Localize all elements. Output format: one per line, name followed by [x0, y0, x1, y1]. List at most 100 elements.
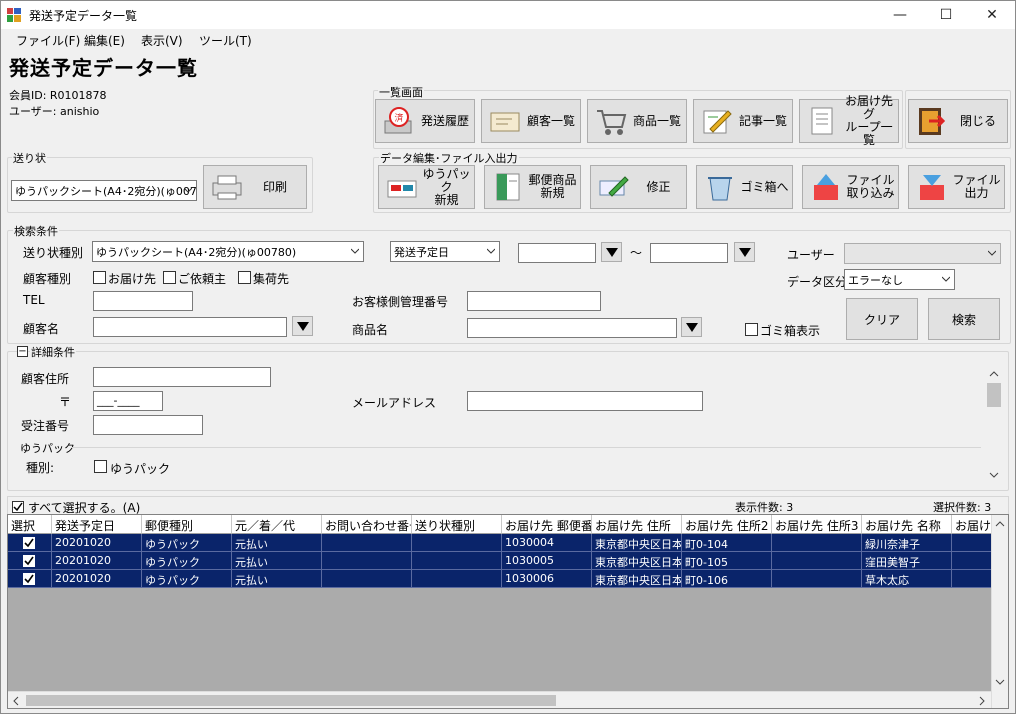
postal-input[interactable]: ___-____: [93, 391, 163, 411]
table-cell[interactable]: 東京都中央区日本橋: [592, 552, 682, 570]
date-type-select[interactable]: 発送予定日: [390, 241, 500, 262]
table-cell[interactable]: [772, 552, 862, 570]
print-button[interactable]: 印刷: [203, 165, 307, 209]
table-cell[interactable]: [952, 570, 992, 588]
minimize-button[interactable]: —: [877, 1, 923, 29]
select-all-checkbox[interactable]: [12, 501, 24, 513]
table-cell[interactable]: [412, 534, 502, 552]
column-header[interactable]: 発送予定日: [52, 515, 142, 534]
invoice-type-filter-select[interactable]: ゆうパックシート(A4･2宛分)(ゅ00780): [92, 241, 364, 262]
column-header[interactable]: お届け先: [952, 515, 992, 534]
menu-file[interactable]: ファイル(F): [16, 32, 80, 49]
close-button[interactable]: 閉じる: [908, 99, 1008, 143]
close-window-button[interactable]: ✕: [969, 1, 1015, 29]
table-cell[interactable]: 20201020: [52, 534, 142, 552]
table-cell[interactable]: 1030006: [502, 570, 592, 588]
column-header[interactable]: 元／着／代: [232, 515, 322, 534]
table-cell[interactable]: 1030005: [502, 552, 592, 570]
table-cell[interactable]: [322, 552, 412, 570]
table-cell[interactable]: [412, 552, 502, 570]
table-cell[interactable]: 草木太応: [862, 570, 952, 588]
table-cell[interactable]: [772, 534, 862, 552]
table-cell[interactable]: [322, 534, 412, 552]
date-to-picker[interactable]: [734, 242, 755, 262]
column-header[interactable]: 郵便種別: [142, 515, 232, 534]
pickup-checkbox[interactable]: [238, 271, 251, 284]
shipping-history-button[interactable]: 済 発送履歴: [375, 99, 475, 143]
customer-mgmt-input[interactable]: [467, 291, 601, 311]
data-grid[interactable]: 選択発送予定日郵便種別元／着／代お問い合わせ番号送り状種別お届け先 郵便番号お届…: [7, 514, 1009, 709]
requester-checkbox[interactable]: [163, 271, 176, 284]
table-cell[interactable]: [772, 570, 862, 588]
column-header[interactable]: お届け先 郵便番号: [502, 515, 592, 534]
order-number-input[interactable]: [93, 415, 203, 435]
row-select-cell[interactable]: [8, 552, 52, 570]
product-name-input[interactable]: [467, 318, 677, 338]
detail-scroll-thumb[interactable]: [987, 383, 1001, 407]
table-cell[interactable]: 1030004: [502, 534, 592, 552]
clear-button[interactable]: クリア: [846, 298, 918, 340]
product-name-dropdown[interactable]: [681, 317, 702, 337]
table-cell[interactable]: 20201020: [52, 570, 142, 588]
column-header[interactable]: 選択: [8, 515, 52, 534]
table-cell[interactable]: ゆうパック: [142, 552, 232, 570]
table-cell[interactable]: 元払い: [232, 570, 322, 588]
table-cell[interactable]: [952, 534, 992, 552]
date-from-picker[interactable]: [601, 242, 622, 262]
column-header[interactable]: お届け先 名称: [862, 515, 952, 534]
postal-product-new-button[interactable]: 郵便商品 新規: [484, 165, 581, 209]
search-button[interactable]: 検索: [928, 298, 1000, 340]
column-header[interactable]: 送り状種別: [412, 515, 502, 534]
file-export-button[interactable]: ファイル 出力: [908, 165, 1005, 209]
table-cell[interactable]: 町0-105: [682, 552, 772, 570]
table-cell[interactable]: ゆうパック: [142, 570, 232, 588]
date-to-input[interactable]: [650, 243, 728, 263]
move-to-trash-button[interactable]: ゴミ箱へ: [696, 165, 793, 209]
row-checkbox[interactable]: [23, 573, 35, 585]
table-cell[interactable]: 窪田美智子: [862, 552, 952, 570]
table-cell[interactable]: 20201020: [52, 552, 142, 570]
table-cell[interactable]: 町0-106: [682, 570, 772, 588]
column-header[interactable]: お届け先 住所3: [772, 515, 862, 534]
customer-name-dropdown[interactable]: [292, 316, 313, 336]
column-header[interactable]: お届け先 住所: [592, 515, 682, 534]
delivery-dest-checkbox[interactable]: [93, 271, 106, 284]
detail-collapse-toggle[interactable]: −: [17, 346, 28, 357]
file-import-button[interactable]: ファイル 取り込み: [802, 165, 899, 209]
table-cell[interactable]: 緑川奈津子: [862, 534, 952, 552]
tel-input[interactable]: [93, 291, 193, 311]
table-cell[interactable]: [322, 570, 412, 588]
detail-scrollbar[interactable]: [986, 367, 1002, 483]
maximize-button[interactable]: ☐: [923, 1, 969, 29]
table-cell[interactable]: 元払い: [232, 534, 322, 552]
user-filter-select[interactable]: [844, 243, 1001, 264]
grid-hscroll-thumb[interactable]: [26, 695, 556, 706]
row-checkbox[interactable]: [23, 537, 35, 549]
product-list-button[interactable]: 商品一覧: [587, 99, 687, 143]
menu-tools[interactable]: ツール(T): [199, 32, 252, 49]
article-list-button[interactable]: 記事一覧: [693, 99, 793, 143]
grid-vertical-scrollbar[interactable]: [991, 515, 1008, 708]
yupack-new-button[interactable]: ゆうパック 新規: [378, 165, 475, 209]
table-cell[interactable]: 東京都中央区日本橋: [592, 570, 682, 588]
grid-horizontal-scrollbar[interactable]: [8, 691, 991, 708]
table-cell[interactable]: 元払い: [232, 552, 322, 570]
table-cell[interactable]: ゆうパック: [142, 534, 232, 552]
table-cell[interactable]: 東京都中央区日本橋: [592, 534, 682, 552]
row-select-cell[interactable]: [8, 534, 52, 552]
invoice-type-select[interactable]: ゆうパックシート(A4･2宛分)(ゅ007: [11, 180, 197, 201]
edit-button[interactable]: 修正: [590, 165, 687, 209]
customer-name-input[interactable]: [93, 317, 287, 337]
table-cell[interactable]: 町0-104: [682, 534, 772, 552]
row-select-cell[interactable]: [8, 570, 52, 588]
delivery-group-list-button[interactable]: お届け先グ ループ一覧: [799, 95, 899, 147]
date-from-input[interactable]: [518, 243, 596, 263]
address-input[interactable]: [93, 367, 271, 387]
table-cell[interactable]: [952, 552, 992, 570]
column-header[interactable]: お問い合わせ番号: [322, 515, 412, 534]
table-cell[interactable]: [412, 570, 502, 588]
customer-list-button[interactable]: 顧客一覧: [481, 99, 581, 143]
column-header[interactable]: お届け先 住所2: [682, 515, 772, 534]
mail-input[interactable]: [467, 391, 703, 411]
trash-display-checkbox[interactable]: [745, 323, 758, 336]
